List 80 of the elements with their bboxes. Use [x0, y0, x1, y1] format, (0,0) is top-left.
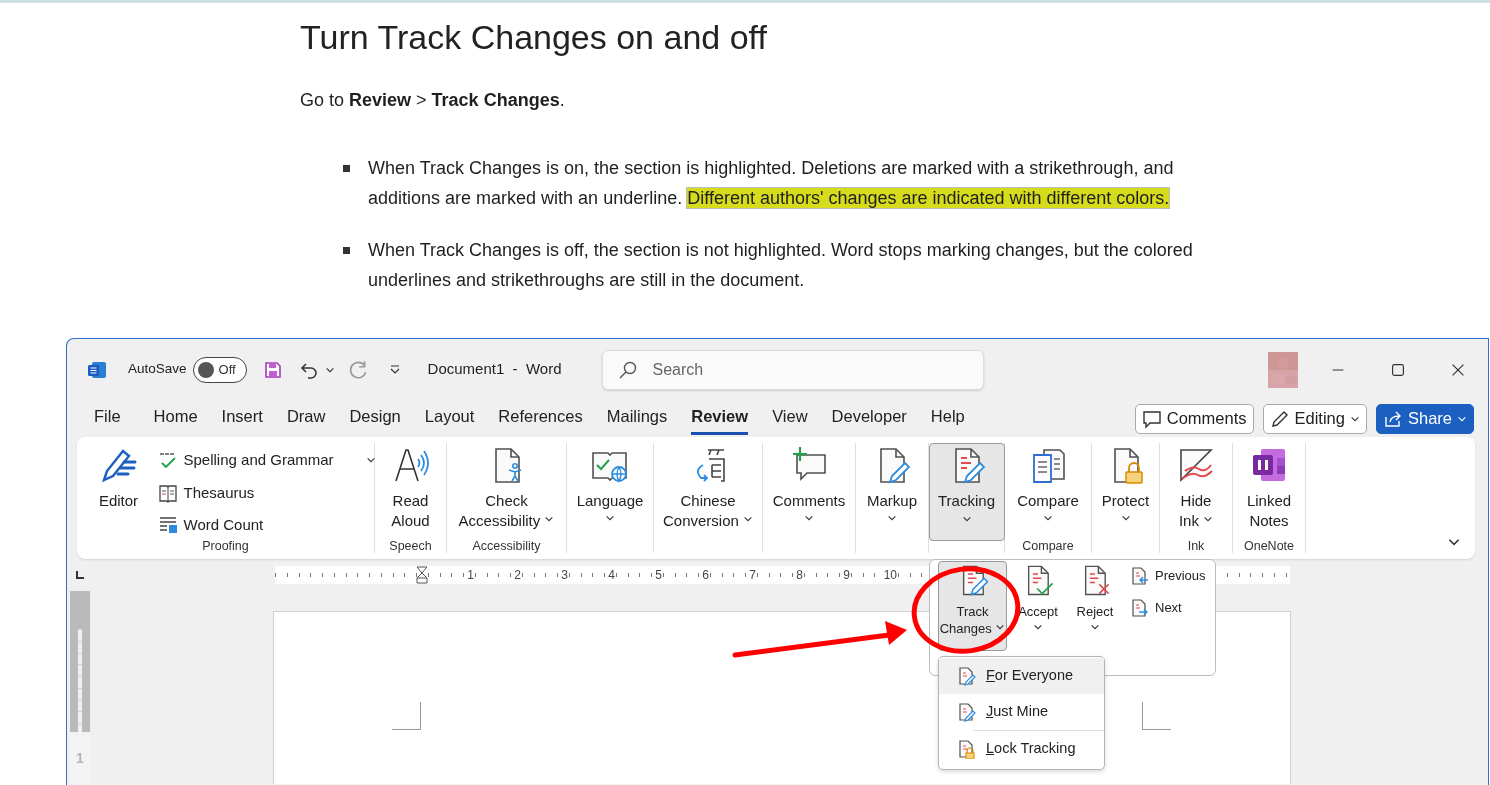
ribbon-tab[interactable]: Review [691, 402, 749, 435]
margin-corner-mark [392, 702, 421, 730]
ribbon-button[interactable]: Word Count [155, 512, 366, 539]
ribbon-button[interactable]: Chinese Conversion [655, 443, 761, 541]
article-heading: Turn Track Changes on and off [300, 17, 768, 58]
ribbon-button[interactable]: Previous [1127, 564, 1208, 588]
ribbon-button[interactable]: Hide Ink [1167, 443, 1225, 541]
ribbon-tab[interactable]: View [772, 402, 808, 435]
menu-item[interactable]: Lock Tracking [939, 731, 1104, 767]
comment-icon [1141, 408, 1162, 429]
ruler-number: 8 [795, 568, 804, 582]
save-icon[interactable] [262, 359, 283, 380]
ribbon-tab[interactable]: Home [153, 402, 198, 435]
share-button[interactable]: Share [1375, 403, 1474, 434]
ribbon-button[interactable]: Language [567, 443, 653, 541]
bullet-marker [343, 165, 350, 172]
ruler-number: 10 [882, 568, 898, 582]
ribbon-tab[interactable]: Developer [831, 402, 907, 435]
ruler-number: 1 [466, 568, 475, 582]
track-changes-icon [956, 702, 976, 722]
ribbon-button[interactable]: Spelling and Grammar [155, 447, 366, 474]
ruler-number: 5 [654, 568, 663, 582]
group-label: Proofing [201, 539, 250, 553]
bullet-text: When Track Changes is on, the section is highlighted. Deletions are marked with a strikethrough, and additions are marked with an underline. Different authors' changes are indicated with different colors. [368, 157, 1175, 210]
menu-item[interactable]: For Everyone [939, 658, 1104, 694]
spelling-check-icon [157, 450, 178, 471]
autosave-label: AutoSave [128, 360, 187, 379]
ribbon-button[interactable]: Thesaurus [155, 479, 366, 506]
ruler-number: 2 [513, 568, 522, 582]
ruler-number: 6 [701, 568, 710, 582]
document-title: Document1 - Word [427, 359, 562, 380]
ruler-number: 9 [842, 568, 851, 582]
group-label: Accessibility [471, 539, 542, 553]
margin-corner-mark [1142, 702, 1171, 730]
ribbon-button[interactable]: Reject [1069, 561, 1121, 640]
tab-stop-icon [75, 570, 85, 580]
ruler-number: 1 [73, 750, 87, 766]
group-label: OneNote [1243, 539, 1295, 553]
next-change-icon [1129, 598, 1149, 618]
ribbon-button[interactable]: Read Aloud [382, 443, 439, 541]
ribbon-button[interactable]: Markup [856, 443, 928, 541]
group-label: Compare [1021, 539, 1075, 553]
ribbon-tab[interactable]: Draw [286, 402, 326, 435]
ribbon-tab[interactable]: References [498, 402, 583, 435]
ruler-number: 7 [748, 568, 757, 582]
ribbon-button[interactable]: Tracking [928, 443, 1005, 541]
bullet-text: When Track Changes is off, the section is not highlighted. Word stops marking changes, but the colored underlines and strikethroughs are still in the document. [368, 239, 1194, 292]
intro-text: Go to Review > Track Changes. [300, 89, 565, 112]
track-changes-icon [956, 666, 976, 686]
ribbon-tab[interactable]: Help [930, 402, 965, 435]
ribbon-button[interactable]: Accept [1013, 561, 1063, 640]
customize-toolbar-icon[interactable] [388, 363, 401, 376]
search-field[interactable]: Search [601, 349, 984, 390]
ribbon-tab[interactable]: File [94, 402, 121, 435]
search-icon [617, 359, 638, 380]
word-logo-icon [87, 359, 107, 380]
ribbon-button[interactable]: Linked Notes [1237, 443, 1301, 541]
group-label: Speech [388, 539, 433, 553]
ruler-number: 3 [560, 568, 569, 582]
previous-change-icon [1129, 566, 1149, 586]
ribbon-button[interactable]: Check Accessibility [448, 443, 565, 541]
menu-item[interactable]: Just Mine [939, 694, 1104, 730]
ruler-number: 4 [607, 568, 616, 582]
group-label: Ink [1186, 539, 1206, 553]
ribbon-button[interactable]: Comments [763, 443, 855, 541]
ribbon-tab[interactable]: Layout [424, 402, 475, 435]
ribbon-button[interactable]: Compare [1005, 443, 1091, 541]
ribbon-tab[interactable]: Design [349, 402, 401, 435]
word-count-icon [157, 515, 178, 536]
ribbon-button[interactable]: Protect [1091, 443, 1160, 541]
book-icon [157, 482, 178, 503]
ribbon-button[interactable]: Next [1127, 596, 1208, 620]
editing-button[interactable]: Editing [1262, 403, 1367, 434]
lock-document-icon [956, 739, 976, 759]
comments-button[interactable]: Comments [1134, 403, 1254, 434]
ribbon-button[interactable]: Editor [85, 443, 152, 541]
autosave-toggle[interactable]: Off [192, 356, 247, 383]
bullet-marker [343, 247, 350, 254]
ribbon-tab[interactable]: Insert [221, 402, 263, 435]
ribbon-tab[interactable]: Mailings [606, 402, 668, 435]
